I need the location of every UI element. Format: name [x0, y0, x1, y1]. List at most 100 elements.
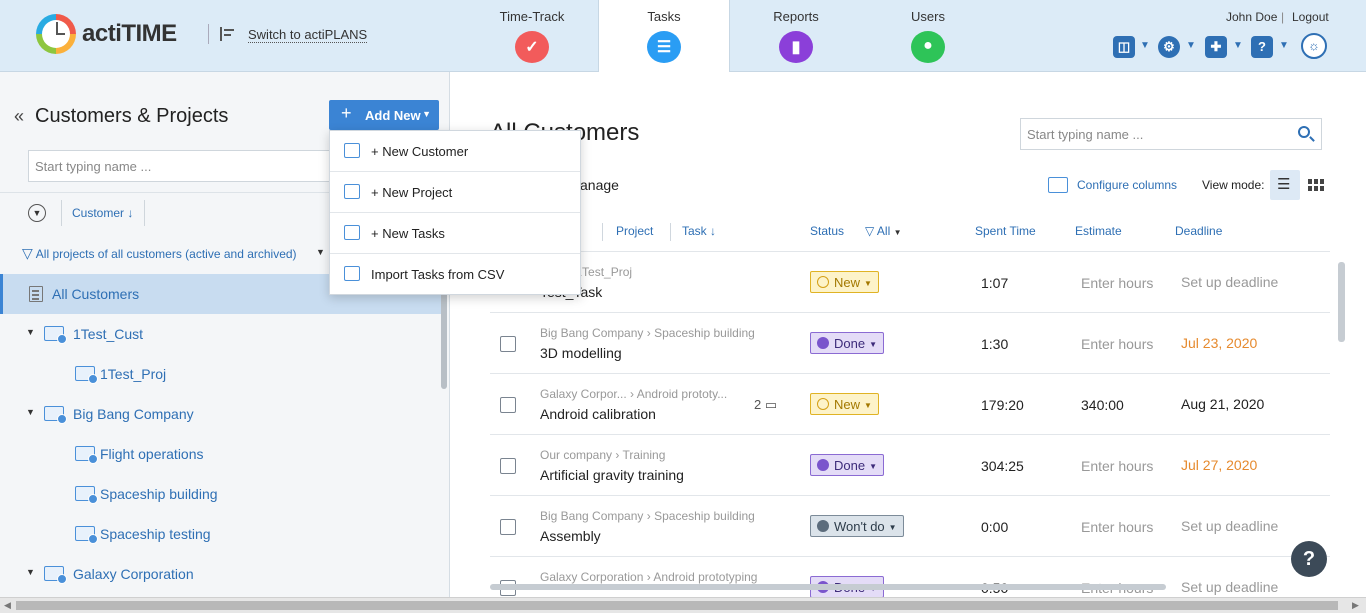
task-breadcrumb[interactable]: Big Bang Company › Spaceship building [540, 509, 755, 523]
breadcrumb-project[interactable]: Spaceship building [654, 509, 755, 523]
sort-by-customer[interactable]: Customer ↓ [72, 206, 133, 220]
row-checkbox[interactable] [500, 458, 516, 474]
chevron-down-icon[interactable]: ▼ [1186, 40, 1196, 51]
nav-tab-users[interactable]: Users ● [862, 0, 994, 72]
chevron-down-icon[interactable]: ▼ [316, 247, 325, 257]
breadcrumb-customer[interactable]: Galaxy Corporation [540, 570, 643, 584]
task-breadcrumb[interactable]: Our company › Training [540, 448, 665, 462]
deadline-field[interactable]: Jul 23, 2020 [1181, 335, 1257, 351]
breadcrumb-project[interactable]: Training [623, 448, 666, 462]
task-search-input[interactable]: Start typing name ... [1020, 118, 1322, 150]
table-row[interactable]: Our company › Training Artificial gravity… [490, 435, 1330, 496]
logout-link[interactable]: Logout [1292, 10, 1329, 24]
puzzle-icon[interactable]: ✚ [1205, 36, 1227, 58]
estimate-field[interactable]: Enter hours [1081, 458, 1153, 474]
manage-link[interactable]: anage [580, 177, 619, 193]
status-dropdown[interactable]: Done▼ [810, 454, 884, 476]
list-view-icon[interactable] [1270, 170, 1300, 200]
nav-tab-reports[interactable]: Reports ▮ [730, 0, 862, 72]
task-name[interactable]: Assembly [540, 528, 601, 544]
breadcrumb-customer[interactable]: Big Bang Company [540, 326, 643, 340]
row-checkbox[interactable] [500, 336, 516, 352]
nav-tab-time-track[interactable]: Time-Track ✓ [468, 0, 596, 72]
horizontal-scrollbar[interactable] [490, 584, 1166, 590]
tree-item-project[interactable]: Spaceship testing [0, 514, 441, 554]
lightbulb-icon[interactable]: ☼ [1301, 33, 1327, 59]
help-icon[interactable]: ? [1251, 36, 1273, 58]
task-breadcrumb[interactable]: Galaxy Corporation › Android prototyping [540, 570, 757, 584]
spent-time[interactable]: 304:25 [981, 458, 1024, 474]
tree-item-customer[interactable]: ▼ Galaxy Corporation [0, 554, 441, 594]
chevron-down-icon[interactable]: ▼ [1279, 40, 1289, 51]
column-header-project[interactable]: Project [616, 224, 653, 238]
deadline-field[interactable]: Set up deadline [1181, 274, 1278, 290]
estimate-field[interactable]: Enter hours [1081, 336, 1153, 352]
vertical-scrollbar[interactable] [1338, 262, 1345, 342]
deadline-field[interactable]: Set up deadline [1181, 518, 1278, 534]
tree-item-project[interactable]: Spaceship building [0, 474, 441, 514]
estimate-field[interactable]: Enter hours [1081, 519, 1153, 535]
switch-to-actiplans-link[interactable]: Switch to actiPLANS [248, 27, 368, 43]
spent-time[interactable]: 179:20 [981, 397, 1024, 413]
expand-arrow-icon[interactable]: ▼ [26, 407, 35, 417]
row-checkbox[interactable] [500, 519, 516, 535]
expand-arrow-icon[interactable]: ▼ [26, 327, 35, 337]
table-row[interactable]: Galaxy Corpor... › Android prototy... And… [490, 374, 1330, 435]
table-row[interactable]: Big Bang Company › Spaceship building Ass… [490, 496, 1330, 557]
column-header-spent-time[interactable]: Spent Time [975, 224, 1036, 238]
grid-view-icon[interactable] [1308, 179, 1324, 191]
spent-time[interactable]: 1:30 [981, 336, 1008, 352]
menu-item-new-project[interactable]: + New Project [330, 172, 580, 213]
estimate-field[interactable]: Enter hours [1081, 275, 1153, 291]
deadline-field[interactable]: Aug 21, 2020 [1181, 396, 1264, 412]
breadcrumb-project[interactable]: 1Test_Proj [575, 265, 632, 279]
status-dropdown[interactable]: New ▼ [810, 271, 879, 293]
task-breadcrumb[interactable]: Big Bang Company › Spaceship building [540, 326, 755, 340]
help-button[interactable]: ? [1291, 541, 1327, 577]
switch-app-icon[interactable] [220, 27, 234, 41]
task-name[interactable]: 3D modelling [540, 345, 622, 361]
deadline-field[interactable]: Set up deadline [1181, 579, 1278, 595]
tree-item-project[interactable]: Flight operations [0, 434, 441, 474]
column-header-deadline[interactable]: Deadline [1175, 224, 1222, 238]
search-icon[interactable] [1298, 126, 1310, 138]
add-new-button[interactable]: + Add New ▼ [329, 100, 439, 130]
comment-count[interactable]: 2 ▭ [754, 397, 777, 413]
deadline-field[interactable]: Jul 27, 2020 [1181, 457, 1257, 473]
tree-item-customer[interactable]: ▼ 1Test_Cust [0, 314, 441, 354]
configure-columns-link[interactable]: Configure columns [1077, 178, 1177, 192]
status-dropdown[interactable]: Won't do ▼ [810, 515, 904, 537]
expand-all-icon[interactable]: ▼ [28, 204, 46, 222]
breadcrumb-customer[interactable]: Galaxy Corpor... [540, 387, 627, 401]
task-breadcrumb[interactable]: Galaxy Corpor... › Android prototy... [540, 387, 727, 401]
task-name[interactable]: Artificial gravity training [540, 467, 684, 483]
estimate-field[interactable]: 340:00 [1081, 397, 1124, 413]
logo-text[interactable]: actiTIME [82, 20, 177, 48]
expand-arrow-icon[interactable]: ▼ [26, 567, 35, 577]
breadcrumb-project[interactable]: Spaceship building [654, 326, 755, 340]
column-header-estimate[interactable]: Estimate [1075, 224, 1122, 238]
scroll-right-icon[interactable]: ▶ [1352, 600, 1359, 611]
page-horizontal-scrollbar[interactable]: ◀ ▶ [0, 597, 1366, 613]
configure-columns-icon[interactable] [1048, 177, 1068, 193]
project-filter[interactable]: ▽ All projects of all customers (active a… [22, 245, 297, 262]
scroll-left-icon[interactable]: ◀ [4, 600, 11, 611]
tree-item-project[interactable]: 1Test_Proj [0, 354, 441, 394]
user-name-link[interactable]: John Doe [1226, 10, 1277, 24]
breadcrumb-project[interactable]: Android prototyping [653, 570, 757, 584]
menu-item-new-tasks[interactable]: + New Tasks [330, 213, 580, 254]
table-row[interactable]: Cust › 1Test_ProjTest_TaskNew▼1:07Enter … [490, 252, 1330, 313]
gear-icon[interactable]: ⚙ [1158, 36, 1180, 58]
task-name[interactable]: Android calibration [540, 406, 656, 422]
tree-item-customer[interactable]: ▼ Big Bang Company [0, 394, 441, 434]
table-row[interactable]: Big Bang Company › Spaceship building 3D … [490, 313, 1330, 374]
chevron-down-icon[interactable]: ▼ [1140, 40, 1150, 51]
spent-time[interactable]: 0:00 [981, 519, 1008, 535]
breadcrumb-customer[interactable]: Our company [540, 448, 612, 462]
menu-item-import-csv[interactable]: Import Tasks from CSV [330, 254, 580, 295]
chevron-down-icon[interactable]: ▼ [1233, 40, 1243, 51]
status-filter[interactable]: ▽ All ▼ [865, 224, 902, 238]
calendar-icon[interactable]: ◫ [1113, 36, 1135, 58]
nav-tab-tasks[interactable]: Tasks ☰ [598, 0, 730, 73]
breadcrumb-customer[interactable]: Big Bang Company [540, 509, 643, 523]
